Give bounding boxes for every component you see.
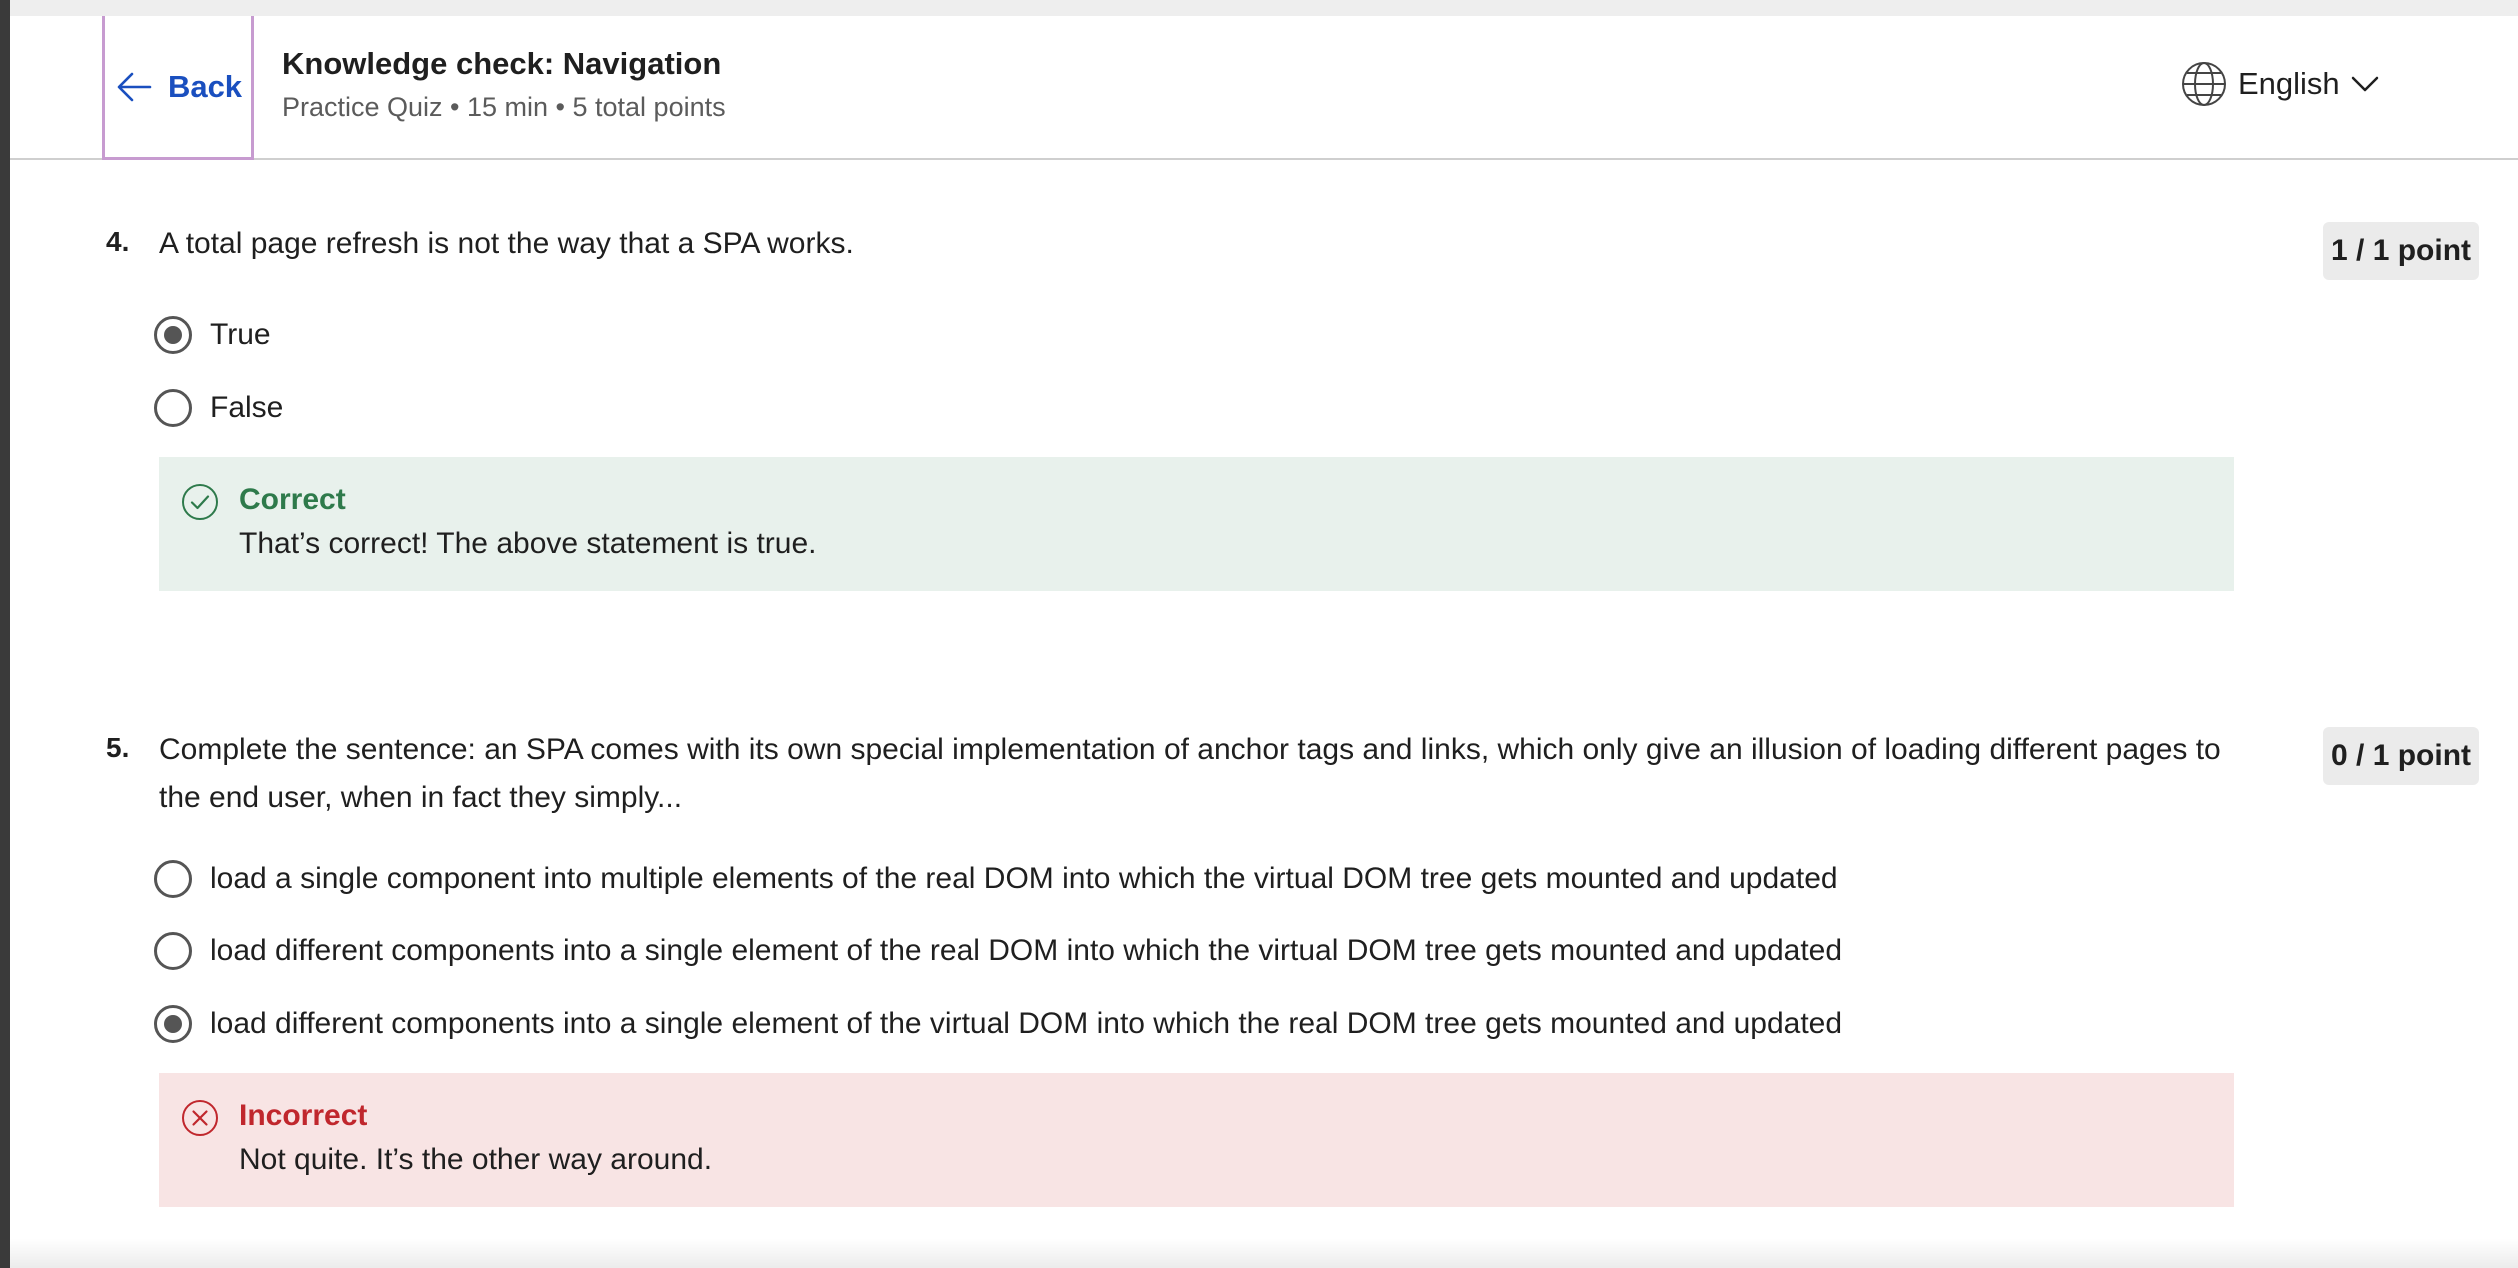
radio-selected[interactable]	[154, 1005, 192, 1043]
radio-unselected[interactable]	[154, 932, 192, 970]
quiz-header: Back Knowledge check: Navigation Practic…	[10, 16, 2518, 160]
feedback-status: Incorrect	[239, 1099, 368, 1132]
points-badge: 1 / 1 point	[2323, 222, 2480, 280]
language-label: English	[2238, 66, 2340, 101]
question-text-line-2: the end user, when in fact they simply..…	[159, 781, 683, 814]
answer-option[interactable]: load different components into a single …	[154, 1005, 1842, 1043]
option-label: load a single component into multiple el…	[210, 862, 1838, 895]
window-edge	[0, 0, 10, 1268]
answer-option[interactable]: load a single component into multiple el…	[154, 860, 1838, 898]
option-label: load different components into a single …	[210, 1007, 1843, 1040]
page-title: Knowledge check: Navigation	[282, 46, 722, 81]
quiz-meta: Practice Quiz • 15 min • 5 total points	[282, 92, 726, 122]
browser-tab-strip	[10, 0, 2518, 17]
radio-unselected[interactable]	[154, 860, 192, 898]
feedback-message: That’s correct! The above statement is t…	[239, 527, 817, 560]
answer-option[interactable]: load different components into a single …	[154, 932, 1842, 970]
radio-selected[interactable]	[154, 316, 192, 354]
feedback-incorrect: Incorrect Not quite. It’s the other way …	[159, 1073, 2234, 1207]
answer-option[interactable]: True	[154, 316, 271, 354]
chevron-down-icon	[2351, 76, 2378, 92]
radio-unselected[interactable]	[154, 389, 192, 427]
question-number: 4.	[106, 226, 130, 257]
feedback-message: Not quite. It’s the other way around.	[239, 1143, 713, 1176]
language-selector[interactable]: English	[2180, 60, 2380, 108]
back-button[interactable]: Back	[102, 16, 254, 160]
feedback-correct: Correct That’s correct! The above statem…	[159, 457, 2234, 591]
check-circle-icon	[182, 484, 218, 520]
question-text: A total page refresh is not the way that…	[159, 227, 854, 260]
option-label: load different components into a single …	[210, 934, 1843, 967]
globe-icon	[2182, 62, 2226, 106]
arrow-left-icon	[117, 72, 152, 101]
answer-option[interactable]: False	[154, 389, 283, 427]
x-circle-icon	[182, 1100, 218, 1136]
bottom-shadow	[10, 1238, 2518, 1268]
option-label: True	[210, 318, 271, 351]
back-label: Back	[167, 68, 243, 104]
option-label: False	[210, 391, 284, 424]
points-badge: 0 / 1 point	[2323, 727, 2480, 785]
question-text-line-1: Complete the sentence: an SPA comes with…	[159, 733, 2221, 766]
question-number: 5.	[106, 732, 130, 763]
feedback-status: Correct	[239, 483, 346, 516]
